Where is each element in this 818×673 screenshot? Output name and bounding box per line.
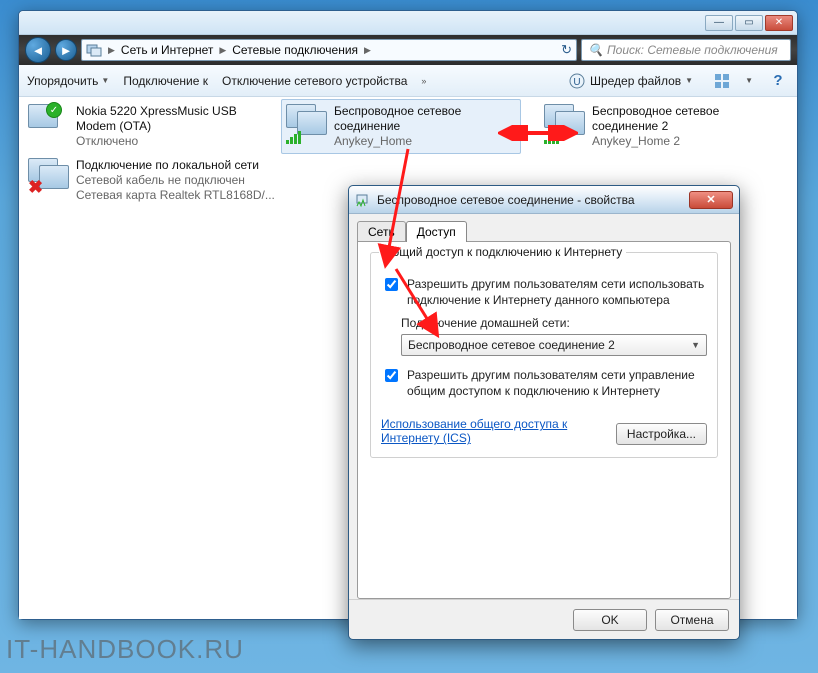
arrow-right-icon: ► [60,43,73,58]
dialog-close-button[interactable]: ✕ [689,191,733,209]
wireless-icon [286,104,328,144]
connection-name: Nokia 5220 XpressMusic USB Modem (OTA) [76,104,258,134]
disable-label: Отключение сетевого устройства [222,74,407,88]
allow-sharing-label: Разрешить другим пользователям сети испо… [407,277,707,308]
chevron-down-icon: ▼ [101,76,109,85]
breadcrumb-item[interactable]: Сетевые подключения [232,43,358,57]
arrow-left-icon: ◄ [32,43,45,58]
connection-status: Anykey_Home 2 [592,134,774,149]
watermark: IT-HANDBOOK.RU [6,634,244,665]
connection-nokia-modem[interactable]: ✓ Nokia 5220 XpressMusic USB Modem (OTA)… [23,99,263,154]
annotation-arrow [498,125,578,141]
forward-button[interactable]: ► [55,39,77,61]
cancel-button[interactable]: Отмена [655,609,729,631]
nav-bar: ◄ ► ▶ Сеть и Интернет ▶ Сетевые подключе… [19,35,797,65]
back-button[interactable]: ◄ [25,37,51,63]
connection-status: Сетевой кабель не подключен [76,173,275,188]
connection-name: Беспроводное сетевое соединение [334,104,516,134]
check-badge-icon: ✓ [46,102,62,118]
toolbar-overflow-icon[interactable]: » [421,76,426,86]
refresh-icon[interactable]: ↻ [561,42,572,58]
connect-label: Подключение к [123,74,208,88]
ok-button[interactable]: OK [573,609,647,631]
lan-icon: ✖ [28,158,70,198]
allow-control-label: Разрешить другим пользователям сети упра… [407,368,707,399]
toolbar: Упорядочить ▼ Подключение к Отключение с… [19,65,797,97]
svg-text:U: U [573,77,580,88]
search-icon: 🔍 [588,43,603,57]
signal-bars-icon [286,131,301,144]
network-icon [86,42,102,58]
search-placeholder: Поиск: Сетевые подключения [607,43,778,57]
breadcrumb-item[interactable]: Сеть и Интернет [121,43,213,57]
chevron-down-icon[interactable]: ▼ [745,76,753,85]
error-x-icon: ✖ [28,177,43,198]
connection-status: Отключено [76,134,258,149]
allow-control-checkbox[interactable] [385,369,398,382]
close-button[interactable]: ✕ [765,15,793,31]
connection-name: Беспроводное сетевое соединение 2 [592,104,774,134]
chevron-down-icon: ▼ [691,340,700,350]
ics-help-link[interactable]: Интернету (ICS) [381,431,471,445]
connection-device: Сетевая карта Realtek RTL8168D/... [76,188,275,203]
minimize-button[interactable]: — [705,15,733,31]
connection-name: Подключение по локальной сети [76,158,275,173]
ics-help-link[interactable]: Использование общего доступа к [381,417,567,431]
breadcrumb[interactable]: ▶ Сеть и Интернет ▶ Сетевые подключения … [81,39,577,61]
shredder-button[interactable]: U Шредер файлов ▼ [562,70,699,92]
shredder-label: Шредер файлов [590,74,681,88]
explorer-titlebar: — ▭ ✕ [19,11,797,35]
connect-menu[interactable]: Подключение к [123,74,208,88]
chevron-right-icon: ▶ [106,45,117,56]
maximize-button[interactable]: ▭ [735,15,763,31]
modem-icon: ✓ [28,104,70,144]
dialog-footer: OK Отмена [349,599,739,639]
organize-menu[interactable]: Упорядочить ▼ [27,74,109,88]
chevron-right-icon: ▶ [217,45,228,56]
annotation-arrow [350,143,420,273]
shredder-icon: U [568,72,586,90]
disable-device-button[interactable]: Отключение сетевого устройства [222,74,407,88]
organize-label: Упорядочить [27,74,98,88]
settings-button[interactable]: Настройка... [616,423,707,445]
allow-control-checkbox-row: Разрешить другим пользователям сети упра… [381,368,707,399]
connection-lan[interactable]: ✖ Подключение по локальной сети Сетевой … [23,153,283,208]
chevron-right-icon: ▶ [362,45,373,56]
search-input[interactable]: 🔍 Поиск: Сетевые подключения [581,39,791,61]
window-controls: — ▭ ✕ [705,15,793,31]
chevron-down-icon: ▼ [685,76,693,85]
help-button[interactable]: ? [767,71,789,90]
annotation-arrow [390,263,450,343]
view-icons-button[interactable] [713,72,731,90]
dialog-title: Беспроводное сетевое соединение - свойст… [377,193,683,207]
